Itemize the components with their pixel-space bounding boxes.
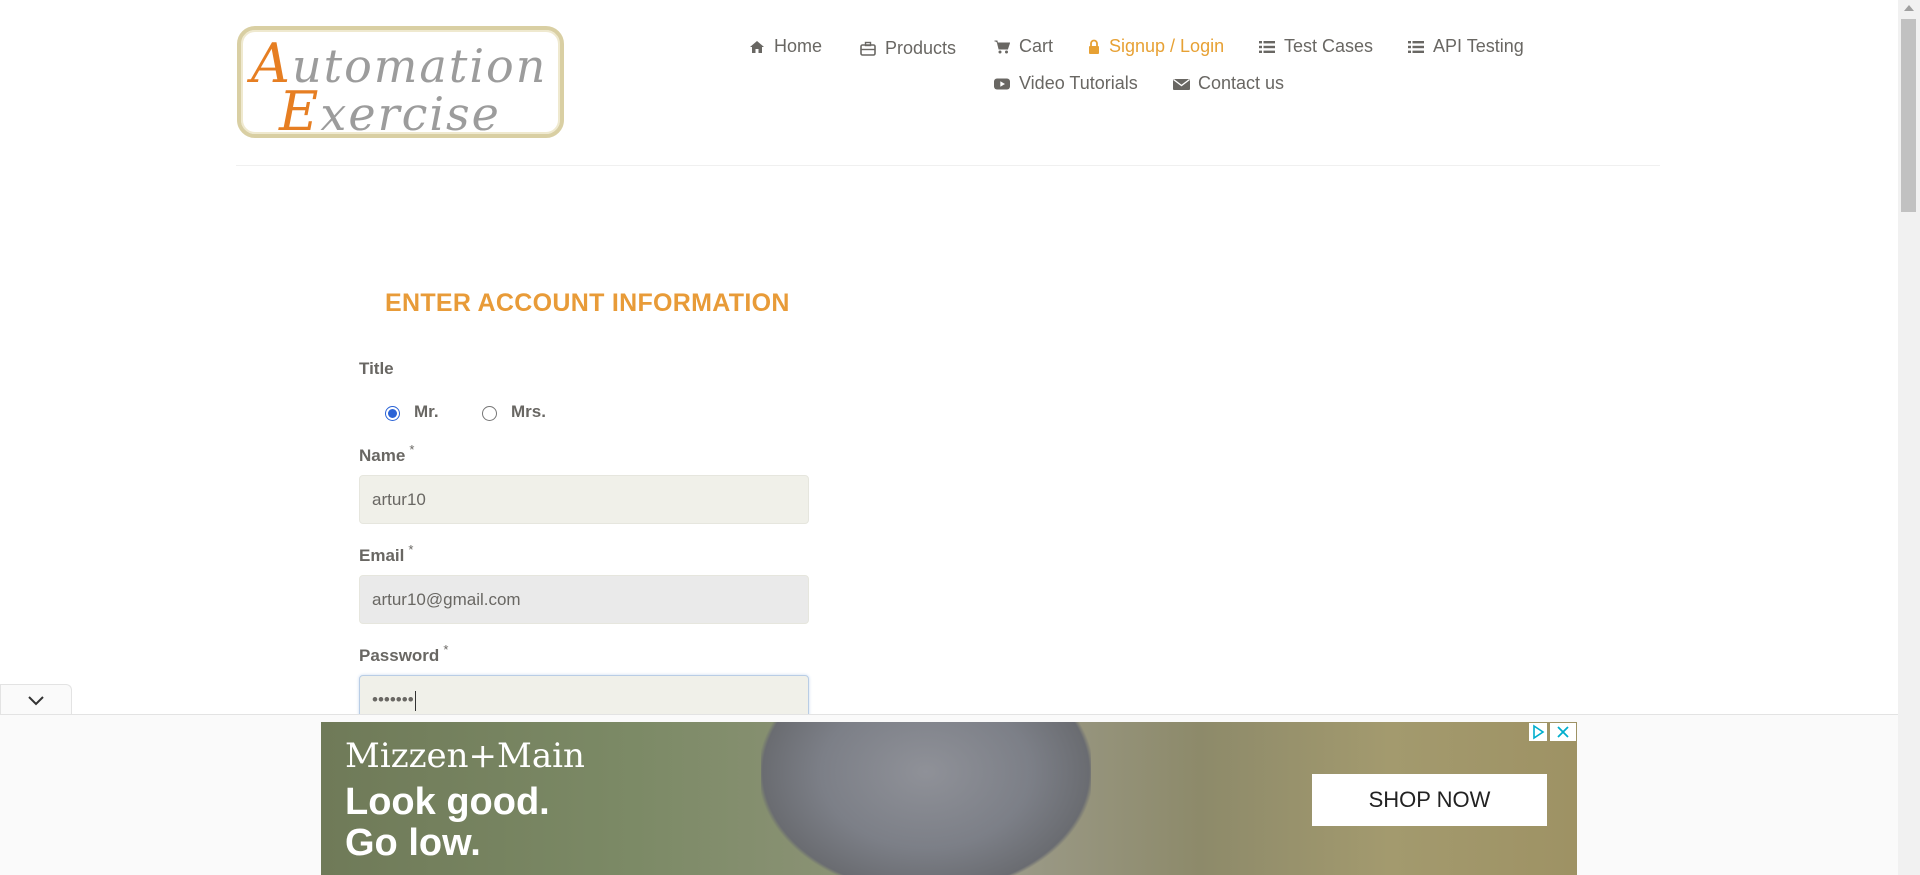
password-value: ••••••• [372, 690, 414, 709]
email-input[interactable]: artur10@gmail.com [359, 575, 809, 624]
text-caret [414, 690, 416, 711]
adchoices-icon[interactable] [1529, 723, 1547, 741]
ad-banner[interactable]: Mizzen+Main Look good. Go low. SHOP NOW [321, 722, 1577, 875]
cart-icon [994, 39, 1011, 55]
nav-api-testing[interactable]: API Testing [1408, 36, 1524, 57]
form-heading: ENTER ACCOUNT INFORMATION [385, 289, 790, 317]
logo-line-2: Exercise [279, 80, 501, 143]
nav-test-cases[interactable]: Test Cases [1259, 36, 1373, 57]
password-label: Password * [359, 642, 449, 665]
name-label: Name * [359, 442, 415, 465]
scroll-up-icon[interactable] [1904, 5, 1914, 11]
nav-video-tutorials[interactable]: Video Tutorials [994, 73, 1138, 94]
site-logo[interactable]: Automation Exercise [237, 26, 564, 143]
radio-mrs[interactable] [482, 406, 497, 421]
list-icon [1408, 39, 1424, 55]
ad-collapse-toggle[interactable] [0, 684, 72, 715]
radio-mrs-label[interactable]: Mrs. [511, 402, 546, 422]
vertical-scrollbar[interactable] [1898, 0, 1920, 875]
title-label: Title [359, 359, 394, 378]
ad-slogan: Look good. Go low. [345, 781, 550, 864]
scrollbar-thumb[interactable] [1901, 19, 1916, 212]
nav-signup-login[interactable]: Signup / Login [1088, 36, 1224, 57]
nav-cart[interactable]: Cart [994, 36, 1053, 57]
nav-home[interactable]: Home [749, 36, 822, 57]
chevron-down-icon [28, 696, 44, 706]
radio-mr[interactable] [385, 406, 400, 421]
ad-model-image [761, 722, 1091, 875]
radio-mr-label[interactable]: Mr. [414, 402, 439, 422]
page: Automation Exercise Home Products Cart S… [0, 0, 1898, 875]
list-icon [1259, 39, 1275, 55]
email-label: Email * [359, 542, 414, 565]
ad-brand: Mizzen+Main [345, 736, 585, 776]
nav-contact-us[interactable]: Contact us [1173, 73, 1284, 94]
nav-products[interactable]: Products [860, 38, 956, 59]
close-icon[interactable] [1550, 723, 1576, 741]
shop-now-button[interactable]: SHOP NOW [1312, 774, 1547, 826]
name-input[interactable]: artur10 [359, 475, 809, 524]
header-divider [236, 165, 1660, 166]
products-icon [860, 41, 876, 57]
lock-icon [1088, 39, 1100, 55]
envelope-icon [1173, 76, 1190, 92]
youtube-icon [994, 76, 1010, 92]
home-icon [749, 39, 765, 55]
